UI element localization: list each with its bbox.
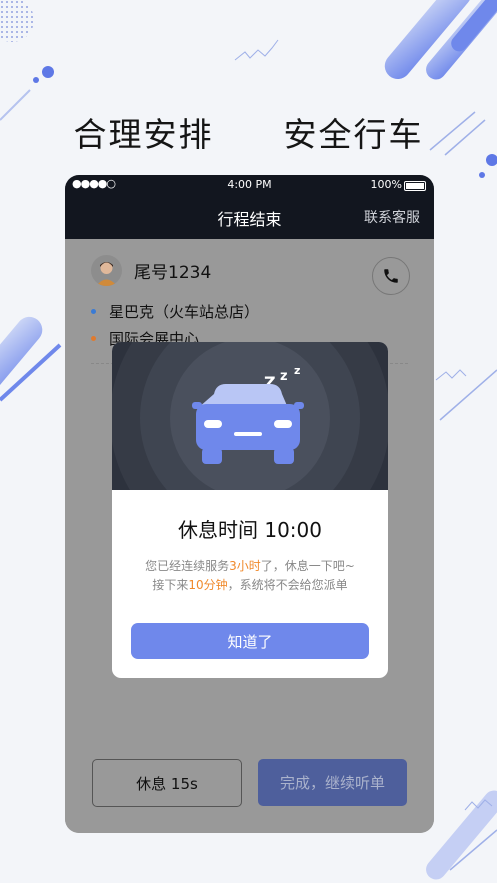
msg2-post: ，系统将不会给您派单 [227, 578, 348, 592]
destination-dot [91, 336, 96, 341]
battery-icon [404, 181, 426, 191]
complete-continue-button[interactable]: 完成，继续听单 [258, 759, 407, 806]
nav-bar: 行程结束 联系客服 [65, 195, 434, 239]
headline-right: 安全行车 [283, 115, 424, 154]
origin-dot [91, 309, 96, 314]
svg-text:z: z [280, 369, 288, 384]
person-icon [96, 262, 117, 286]
rest-modal: Z z z 休息时间 10:00 您已经连续服务3小时了，休息一下吧~ 接下来1… [112, 342, 388, 678]
sleeping-car-icon: Z z z [192, 364, 304, 464]
svg-text:z: z [294, 364, 300, 377]
origin-text: 星巴克（火车站总店） [109, 303, 260, 321]
msg1-highlight: 3小时 [229, 559, 261, 573]
headline: 合理安排 安全行车 [0, 108, 497, 156]
modal-illustration: Z z z [112, 342, 388, 490]
msg2-pre: 接下来 [152, 578, 189, 592]
msg1-post: 了，休息一下吧~ [260, 559, 355, 573]
status-bar: ●●●●○ 4:00 PM 100% [65, 175, 434, 195]
call-button[interactable] [372, 257, 410, 295]
headline-left: 合理安排 [73, 115, 214, 154]
phone-icon [384, 269, 398, 283]
msg2-highlight: 10分钟 [188, 578, 228, 592]
contact-service-link[interactable]: 联系客服 [364, 207, 420, 227]
origin-row: 星巴克（火车站总店） [91, 301, 259, 322]
modal-message-line1: 您已经连续服务3小时了，休息一下吧~ [112, 557, 388, 574]
avatar [91, 255, 122, 286]
battery-percent: 100% [370, 178, 402, 191]
modal-title: 休息时间 10:00 [178, 518, 322, 542]
tail-number: 尾号1234 [134, 263, 212, 283]
modal-message-line2: 接下来10分钟，系统将不会给您派单 [112, 576, 388, 593]
msg1-pre: 您已经连续服务 [145, 559, 230, 573]
rest-button[interactable]: 休息 15s [92, 759, 242, 807]
passenger-info: 尾号1234 [91, 255, 211, 286]
acknowledge-button[interactable]: 知道了 [131, 623, 369, 659]
